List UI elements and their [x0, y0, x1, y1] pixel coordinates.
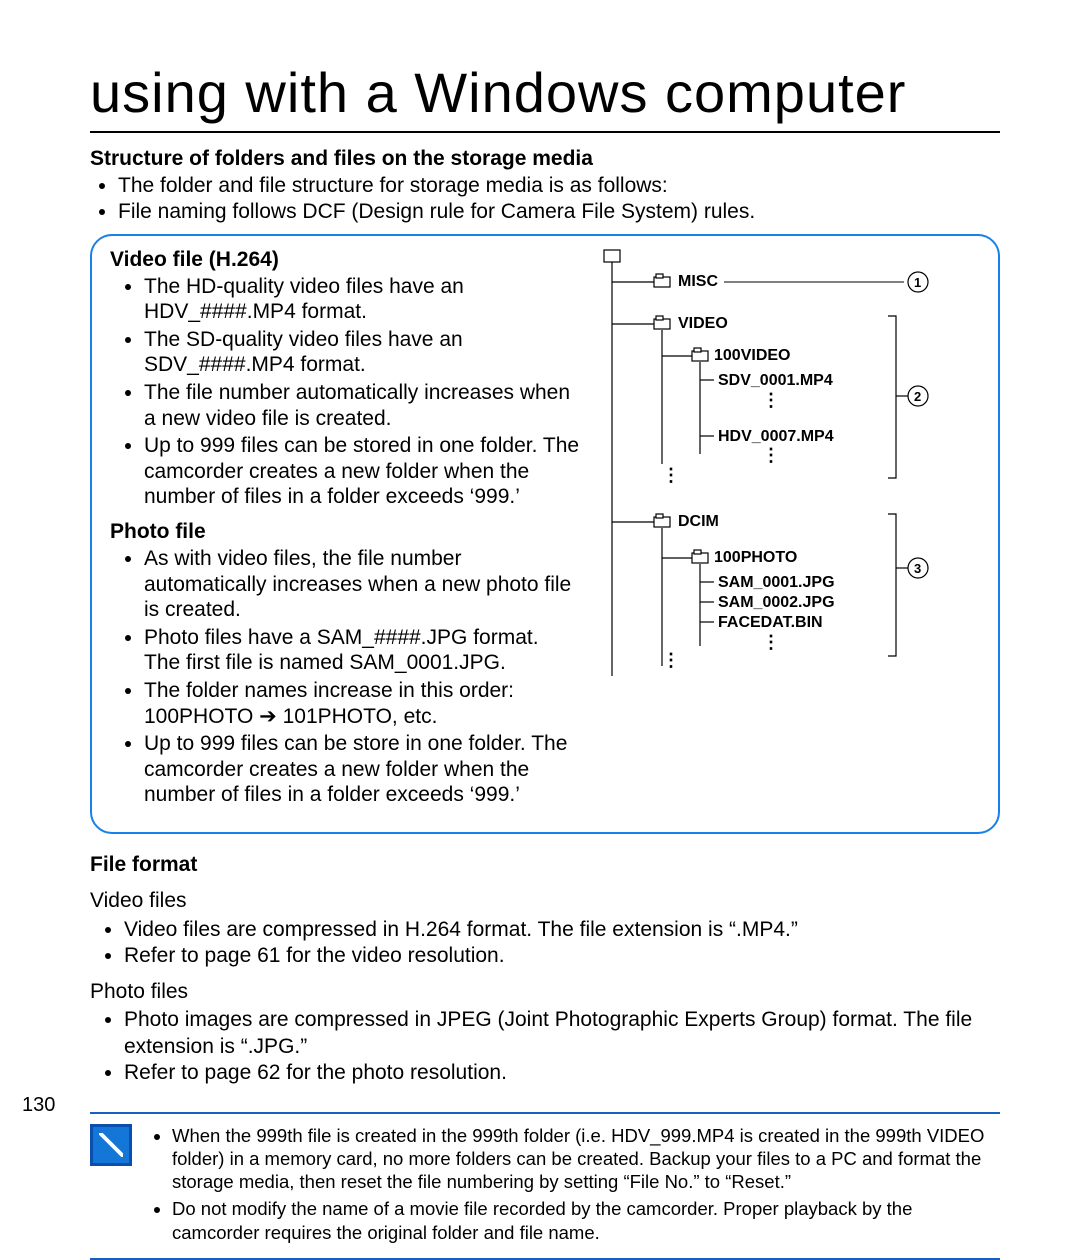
highlighted-box: Video file (H.264) The HD-quality video … — [90, 234, 1000, 835]
file-format-heading: File format — [90, 852, 1000, 878]
folder-diagram: MISC 1 VIDEO 100VIDEO SDV — [592, 246, 980, 819]
video-files-subheading: Video files — [90, 888, 1000, 914]
structure-heading: Structure of folders and files on the st… — [90, 147, 1000, 171]
diagram-hdv: HDV_0007.MP4 — [718, 428, 834, 445]
photo-file-bullets: As with video files, the file number aut… — [110, 546, 580, 808]
video-file-heading: Video file (H.264) — [110, 248, 580, 272]
photo-files-subheading: Photo files — [90, 979, 1000, 1005]
list-item: Photo files have a SAM_####.JPG format. … — [144, 625, 580, 676]
diagram-callout-3: 3 — [914, 561, 921, 576]
list-item: As with video files, the file number aut… — [144, 546, 580, 623]
list-item: The folder names increase in this order:… — [144, 678, 580, 729]
photo-file-heading: Photo file — [110, 520, 580, 544]
list-item: Up to 999 files can be stored in one fol… — [144, 433, 580, 510]
diagram-sam2: SAM_0002.JPG — [718, 594, 835, 611]
diagram-callout-2: 2 — [914, 389, 921, 404]
diagram-video: VIDEO — [678, 315, 728, 332]
list-item: Up to 999 files can be store in one fold… — [144, 731, 580, 808]
ellipsis-icon: ⋮ — [762, 632, 780, 652]
ellipsis-icon: ⋮ — [662, 650, 680, 670]
page-number: 130 — [22, 1094, 55, 1117]
list-item: When the 999th file is created in the 99… — [172, 1124, 1000, 1193]
box-text-column: Video file (H.264) The HD-quality video … — [110, 246, 580, 819]
file-format-section: File format Video files Video files are … — [90, 852, 1000, 1086]
video-files-bullets: Video files are compressed in H.264 form… — [90, 917, 1000, 970]
diagram-facedat: FACEDAT.BIN — [718, 614, 823, 631]
ellipsis-icon: ⋮ — [762, 390, 780, 410]
list-item: Refer to page 61 for the video resolutio… — [124, 943, 1000, 969]
photo-files-bullets: Photo images are compressed in JPEG (Joi… — [90, 1007, 1000, 1086]
ellipsis-icon: ⋮ — [662, 465, 680, 485]
structure-intro-list: The folder and file structure for storag… — [90, 173, 1000, 226]
diagram-dcim: DCIM — [678, 513, 719, 530]
page-title: using with a Windows computer — [90, 60, 1000, 133]
ellipsis-icon: ⋮ — [762, 445, 780, 465]
list-item: The file number automatically increases … — [144, 380, 580, 431]
list-item: The SD-quality video files have an SDV_#… — [144, 327, 580, 378]
list-item: File naming follows DCF (Design rule for… — [118, 199, 1000, 225]
list-item: Do not modify the name of a movie file r… — [172, 1197, 1000, 1243]
list-item: Photo images are compressed in JPEG (Joi… — [124, 1007, 1000, 1060]
diagram-sdv: SDV_0001.MP4 — [718, 372, 833, 389]
document-page: using with a Windows computer Structure … — [0, 0, 1080, 1235]
list-item: Refer to page 62 for the photo resolutio… — [124, 1060, 1000, 1086]
diagram-misc: MISC — [678, 273, 718, 290]
diagram-100photo: 100PHOTO — [714, 549, 797, 566]
diagram-100video: 100VIDEO — [714, 347, 790, 364]
diagram-callout-1: 1 — [914, 275, 921, 290]
list-item: Video files are compressed in H.264 form… — [124, 917, 1000, 943]
note-icon — [90, 1124, 132, 1166]
video-file-bullets: The HD-quality video files have an HDV_#… — [110, 274, 580, 510]
diagram-sam1: SAM_0001.JPG — [718, 574, 835, 591]
note-block: When the 999th file is created in the 99… — [90, 1112, 1000, 1260]
note-list: When the 999th file is created in the 99… — [150, 1124, 1000, 1248]
list-item: The folder and file structure for storag… — [118, 173, 1000, 199]
list-item: The HD-quality video files have an HDV_#… — [144, 274, 580, 325]
